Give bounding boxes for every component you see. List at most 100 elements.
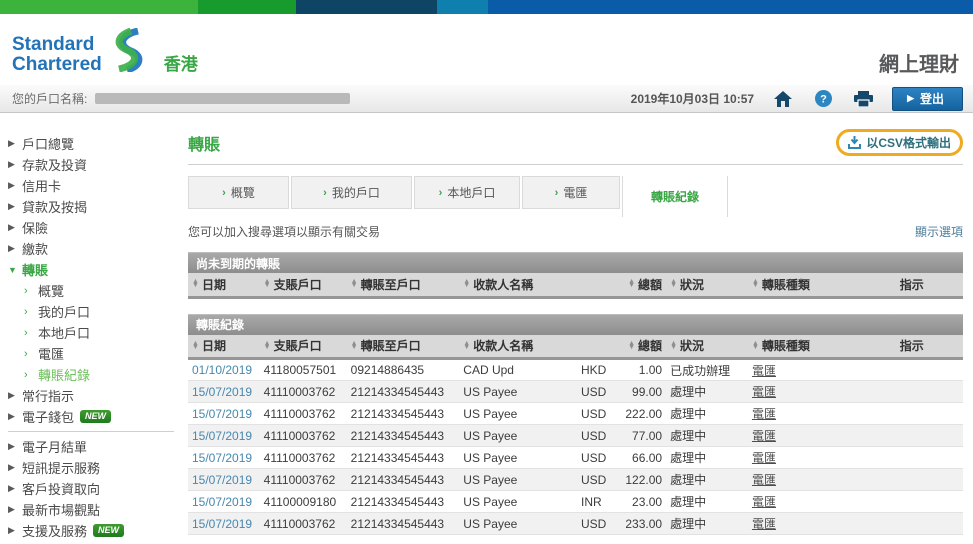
column-header-label: 總額 — [638, 276, 662, 293]
transfer-type-link[interactable]: 電匯 — [752, 451, 776, 465]
sort-icon[interactable]: ▲▼ — [628, 342, 635, 350]
sidebar-item-電匯[interactable]: ›電匯 — [8, 343, 186, 364]
sort-icon[interactable]: ▲▼ — [351, 342, 358, 350]
sort-icon[interactable]: ▲▼ — [264, 280, 271, 288]
logout-button[interactable]: ▶ 登出 — [892, 87, 963, 111]
sort-icon[interactable]: ▲▼ — [463, 280, 470, 288]
sort-icon[interactable]: ▲▼ — [752, 280, 759, 288]
transfer-type-link[interactable]: 電匯 — [752, 429, 776, 443]
cell-轉賬種類[interactable]: 電匯 — [748, 469, 861, 491]
sort-icon[interactable]: ▲▼ — [264, 342, 271, 350]
sidebar-item-最新市場觀點[interactable]: ▶最新市場觀點 — [8, 499, 186, 520]
transfer-date-link[interactable]: 15/07/2019 — [192, 451, 252, 465]
home-icon[interactable] — [772, 90, 794, 108]
transfer-date-link[interactable]: 15/07/2019 — [192, 495, 252, 509]
column-header-收款人名稱[interactable]: ▲▼收款人名稱 — [459, 273, 577, 297]
column-header-轉賬種類[interactable]: ▲▼轉賬種類 — [748, 335, 861, 359]
sidebar-item-貸款及按揭[interactable]: ▶貸款及按揭 — [8, 196, 186, 217]
sidebar-item-label: 電子錢包 — [22, 407, 74, 426]
column-header-狀況[interactable]: ▲▼狀況 — [666, 273, 748, 297]
cell-轉賬種類[interactable]: 電匯 — [748, 425, 861, 447]
transfer-date-link[interactable]: 15/07/2019 — [192, 407, 252, 421]
cell-日期[interactable]: 15/07/2019 — [188, 513, 260, 535]
help-icon[interactable]: ? — [812, 90, 834, 108]
cell-轉賬種類[interactable]: 電匯 — [748, 403, 861, 425]
logout-label: 登出 — [920, 90, 944, 107]
column-header-轉賬至戶口[interactable]: ▲▼轉賬至戶口 — [347, 273, 460, 297]
sidebar-item-本地戶口[interactable]: ›本地戶口 — [8, 322, 186, 343]
sidebar-item-轉賬[interactable]: ▼轉賬 — [8, 259, 186, 280]
column-header-日期[interactable]: ▲▼日期 — [188, 273, 260, 297]
transfer-type-link[interactable]: 電匯 — [752, 407, 776, 421]
transfer-type-link[interactable]: 電匯 — [752, 473, 776, 487]
tab-轉賬紀錄[interactable]: 轉賬紀錄 — [622, 176, 728, 217]
cell-日期[interactable]: 01/10/2019 — [188, 359, 260, 381]
transfer-date-link[interactable]: 15/07/2019 — [192, 385, 252, 399]
column-header-日期[interactable]: ▲▼日期 — [188, 335, 260, 359]
cell-日期[interactable]: 15/07/2019 — [188, 491, 260, 513]
tab-電匯[interactable]: ›電匯 — [522, 176, 620, 209]
cell-日期[interactable]: 15/07/2019 — [188, 381, 260, 403]
column-header-支賬戶口[interactable]: ▲▼支賬戶口 — [260, 273, 347, 297]
new-badge: NEW — [93, 524, 124, 537]
cell-currency: INR — [577, 491, 618, 513]
column-header-總額[interactable]: ▲▼總額 — [618, 273, 666, 297]
print-icon[interactable] — [852, 90, 874, 108]
sidebar-item-短訊提示服務[interactable]: ▶短訊提示服務 — [8, 457, 186, 478]
sort-icon[interactable]: ▲▼ — [670, 280, 677, 288]
sidebar-item-我的戶口[interactable]: ›我的戶口 — [8, 301, 186, 322]
sidebar-item-信用卡[interactable]: ▶信用卡 — [8, 175, 186, 196]
transfer-type-link[interactable]: 電匯 — [752, 495, 776, 509]
transfer-date-link[interactable]: 15/07/2019 — [192, 429, 252, 443]
column-header-狀況[interactable]: ▲▼狀況 — [666, 335, 748, 359]
sort-icon[interactable]: ▲▼ — [351, 280, 358, 288]
transfer-type-link[interactable]: 電匯 — [752, 364, 776, 378]
sidebar-item-繳款[interactable]: ▶繳款 — [8, 238, 186, 259]
chevron-right-icon: › — [24, 369, 38, 381]
cell-轉賬種類[interactable]: 電匯 — [748, 381, 861, 403]
column-header-轉賬種類[interactable]: ▲▼轉賬種類 — [748, 273, 861, 297]
cell-轉賬種類[interactable]: 電匯 — [748, 359, 861, 381]
sidebar-item-概覽[interactable]: ›概覽 — [8, 280, 186, 301]
tab-我的戶口[interactable]: ›我的戶口 — [291, 176, 412, 209]
transfer-type-link[interactable]: 電匯 — [752, 385, 776, 399]
transfer-date-link[interactable]: 01/10/2019 — [192, 363, 252, 377]
sidebar-item-客戶投資取向[interactable]: ▶客戶投資取向 — [8, 478, 186, 499]
column-header-總額[interactable]: ▲▼總額 — [618, 335, 666, 359]
cell-狀況: 處理中 — [666, 469, 748, 491]
export-csv-button[interactable]: 以CSV格式輸出 — [836, 129, 963, 156]
sidebar-item-轉賬紀錄[interactable]: ›轉賬紀錄 — [8, 364, 186, 385]
cell-轉賬種類[interactable]: 電匯 — [748, 447, 861, 469]
sidebar-item-常行指示[interactable]: ▶常行指示 — [8, 385, 186, 406]
column-header-支賬戶口[interactable]: ▲▼支賬戶口 — [260, 335, 347, 359]
sort-icon[interactable]: ▲▼ — [463, 342, 470, 350]
transfer-date-link[interactable]: 15/07/2019 — [192, 473, 252, 487]
column-header-收款人名稱[interactable]: ▲▼收款人名稱 — [459, 335, 577, 359]
transfer-type-link[interactable]: 電匯 — [752, 517, 776, 531]
cell-日期[interactable]: 15/07/2019 — [188, 403, 260, 425]
cell-轉賬種類[interactable]: 電匯 — [748, 491, 861, 513]
cell-轉賬至戶口: 21214334545443 — [347, 381, 460, 403]
cell-日期[interactable]: 15/07/2019 — [188, 447, 260, 469]
column-header-label: 轉賬至戶口 — [361, 276, 421, 293]
sidebar-item-戶口總覽[interactable]: ▶戶口總覽 — [8, 133, 186, 154]
sidebar-item-電子月結單[interactable]: ▶電子月結單 — [8, 436, 186, 457]
tab-本地戶口[interactable]: ›本地戶口 — [414, 176, 520, 209]
sort-icon[interactable]: ▲▼ — [628, 280, 635, 288]
sort-icon[interactable]: ▲▼ — [192, 280, 199, 288]
sort-icon[interactable]: ▲▼ — [670, 342, 677, 350]
table-row: 15/07/20194111000376221214334545443US Pa… — [188, 447, 963, 469]
sidebar-item-保險[interactable]: ▶保險 — [8, 217, 186, 238]
cell-轉賬種類[interactable]: 電匯 — [748, 513, 861, 535]
sidebar-item-電子錢包[interactable]: ▶電子錢包NEW — [8, 406, 186, 427]
column-header-轉賬至戶口[interactable]: ▲▼轉賬至戶口 — [347, 335, 460, 359]
sort-icon[interactable]: ▲▼ — [752, 342, 759, 350]
sidebar-item-支援及服務[interactable]: ▶支援及服務NEW — [8, 520, 186, 541]
cell-日期[interactable]: 15/07/2019 — [188, 469, 260, 491]
show-options-link[interactable]: 顯示選項 — [915, 223, 963, 240]
transfer-date-link[interactable]: 15/07/2019 — [192, 517, 252, 531]
sidebar-item-存款及投資[interactable]: ▶存款及投資 — [8, 154, 186, 175]
sort-icon[interactable]: ▲▼ — [192, 342, 199, 350]
tab-概覽[interactable]: ›概覽 — [188, 176, 289, 209]
cell-日期[interactable]: 15/07/2019 — [188, 425, 260, 447]
